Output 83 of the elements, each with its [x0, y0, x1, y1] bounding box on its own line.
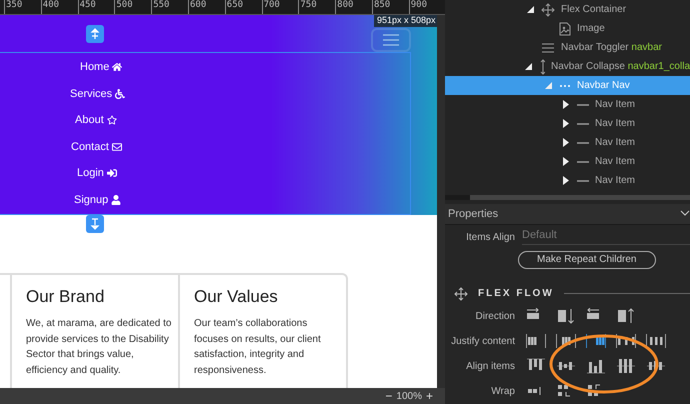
collapsed-triangle-icon[interactable]	[563, 157, 569, 166]
field-label: Items Align	[465, 232, 516, 242]
card-text: Our team’s collaborations focuses on results, our client satisfaction, integrity and responsiveness.	[194, 317, 322, 378]
zoom-level: 100%	[396, 390, 422, 402]
card-text: We, at marama, are dedicated to provide services to the Disability Sector that brings value, efficiency and quality.	[26, 317, 172, 378]
ruler-label: 650	[224, 0, 262, 14]
nav-link[interactable]: About	[75, 114, 117, 126]
move-down-button[interactable]	[86, 215, 104, 233]
expanded-triangle-icon[interactable]	[526, 6, 534, 13]
tree-item[interactable]: Nav Item	[445, 114, 690, 133]
home-icon	[112, 62, 122, 72]
zoom-out-button[interactable]: −	[385, 389, 392, 403]
user-icon	[111, 194, 122, 205]
scrollbar-thumb[interactable]	[470, 195, 690, 200]
tree-item[interactable]: Nav Item	[445, 171, 690, 190]
vertical-arrow-icon	[538, 58, 546, 74]
sign-in-icon	[106, 168, 117, 178]
arrow-up-icon	[90, 28, 100, 40]
nav-link[interactable]: Contact	[71, 140, 122, 153]
field-label: Direction	[474, 310, 516, 322]
panel-title: Properties	[448, 208, 498, 220]
bars-icon	[616, 308, 636, 324]
collapsed-triangle-icon[interactable]	[563, 176, 569, 185]
nav-link[interactable]: Services	[70, 88, 126, 100]
make-repeat-children-button[interactable]: Make Repeat Children	[518, 250, 656, 268]
arrow-down-icon	[90, 218, 100, 230]
ruler-label: 800	[335, 0, 372, 14]
bars-icon	[616, 358, 636, 374]
envelope-icon	[112, 142, 122, 152]
ruler-label: 750	[298, 0, 336, 14]
card-title: Our Values	[194, 287, 279, 307]
tree-item[interactable]: Flex Container	[445, 0, 690, 19]
card-title: Our Brand	[26, 287, 106, 307]
bars-icon	[586, 358, 606, 374]
field-label: Wrap	[490, 386, 516, 396]
nav-link[interactable]: Login	[77, 167, 117, 180]
hamburger-icon	[541, 42, 555, 54]
ruler-label: 700	[262, 0, 298, 14]
bars-icon	[586, 333, 606, 349]
move-icon	[454, 286, 468, 300]
size-badge: 951px x 508px	[374, 15, 437, 27]
tree-item[interactable]: Nav Item	[445, 95, 690, 114]
ruler-label: 500	[114, 0, 152, 14]
tree-item[interactable]: Nav Item	[445, 152, 690, 171]
field-label: Align items	[465, 360, 516, 372]
ruler-label: 850	[372, 0, 409, 14]
dash-icon	[577, 160, 589, 164]
bars-icon	[556, 333, 576, 349]
wheelchair-icon	[115, 88, 126, 99]
field-label: Justify content	[450, 336, 516, 346]
dash-icon	[577, 178, 589, 182]
ruler-label: 400	[40, 0, 78, 14]
move-icon	[541, 2, 555, 16]
collapsed-triangle-icon[interactable]	[563, 100, 569, 109]
chevron-icon[interactable]	[680, 210, 690, 218]
ruler-label: 350	[4, 0, 41, 14]
section-title: FLEX FLOW	[478, 288, 554, 299]
nav-link[interactable]: Signup	[74, 194, 122, 206]
nav-link[interactable]: Home	[80, 61, 122, 74]
dash-icon	[577, 102, 589, 106]
collapsed-triangle-icon[interactable]	[563, 119, 569, 128]
bars-icon	[646, 333, 666, 349]
tree-item[interactable]: Image	[445, 19, 690, 38]
dash-icon	[577, 122, 589, 126]
ruler-label: 550	[151, 0, 188, 14]
move-up-button[interactable]	[86, 24, 104, 42]
tree-item[interactable]: Navbar Toggler navbar	[445, 38, 690, 57]
tree-item[interactable]: Nav Item	[445, 133, 690, 152]
image-file-icon	[559, 22, 571, 36]
ruler-label: 450	[78, 0, 114, 14]
bars-icon	[616, 333, 636, 349]
dots-icon	[559, 82, 571, 88]
tree-item[interactable]: Navbar Collapse navbar1_colla	[445, 57, 690, 76]
expanded-triangle-icon[interactable]	[525, 63, 532, 70]
collapsed-triangle-icon[interactable]	[563, 138, 569, 147]
bars-icon	[556, 308, 576, 324]
ruler-label: 600	[188, 0, 225, 14]
zoom-in-button[interactable]: +	[426, 389, 433, 403]
hamburger-icon	[382, 33, 400, 47]
scrollbar[interactable]	[437, 15, 445, 388]
star-icon	[106, 115, 117, 126]
dash-icon	[577, 140, 589, 144]
bars-icon	[526, 333, 546, 349]
